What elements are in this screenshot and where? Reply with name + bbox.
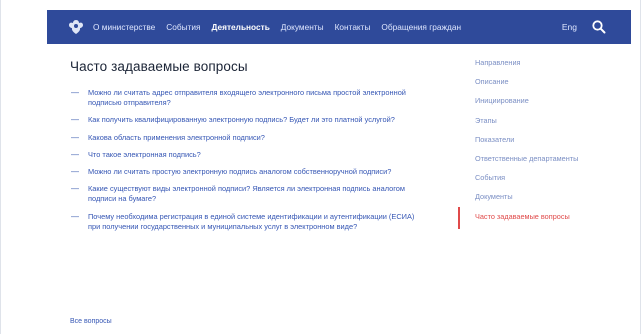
search-icon[interactable]: [591, 19, 607, 35]
faq-question[interactable]: Как получить квалифицированную электронн…: [88, 115, 418, 125]
faq-question[interactable]: Почему необходима регистрация в единой с…: [88, 212, 418, 232]
section-side-nav: Направления Описание Инициирование Этапы…: [458, 58, 638, 231]
faq-question[interactable]: Можно ли считать адрес отправителя входя…: [88, 88, 418, 108]
side-nav-initiation[interactable]: Инициирование: [458, 96, 638, 115]
faq-item[interactable]: — Почему необходима регистрация в единой…: [70, 212, 420, 232]
faq-item[interactable]: — Можно ли считать простую электронную п…: [70, 167, 420, 177]
faq-item[interactable]: — Как получить квалифицированную электро…: [70, 115, 420, 125]
coat-of-arms-icon[interactable]: [67, 18, 85, 36]
nav-item-activity[interactable]: Деятельность: [212, 22, 270, 32]
faq-list: — Можно ли считать адрес отправителя вхо…: [70, 88, 420, 239]
top-navbar: О министерстве События Деятельность Доку…: [47, 10, 631, 44]
dash-bullet-icon: —: [71, 132, 79, 142]
nav-item-contacts[interactable]: Контакты: [335, 22, 371, 32]
side-nav-events[interactable]: События: [458, 173, 638, 192]
side-nav-faq[interactable]: Часто задаваемые вопросы: [458, 206, 638, 231]
faq-question[interactable]: Какие существуют виды электронной подпис…: [88, 184, 418, 204]
page-title: Часто задаваемые вопросы: [70, 59, 248, 74]
side-nav-description[interactable]: Описание: [458, 77, 638, 96]
dash-bullet-icon: —: [71, 167, 79, 177]
dash-bullet-icon: —: [71, 184, 79, 194]
faq-question[interactable]: Какова область применения электронной по…: [88, 133, 418, 143]
nav-item-events[interactable]: События: [166, 22, 200, 32]
dash-bullet-icon: —: [71, 88, 79, 97]
all-questions-link[interactable]: Все вопросы: [70, 318, 112, 325]
side-nav-directions[interactable]: Направления: [458, 58, 638, 77]
side-nav-stages[interactable]: Этапы: [458, 116, 638, 135]
nav-item-citizen-appeals[interactable]: Обращения граждан: [381, 22, 461, 32]
dash-bullet-icon: —: [71, 149, 79, 159]
nav-item-about[interactable]: О министерстве: [93, 22, 155, 32]
faq-item[interactable]: — Что такое электронная подпись?: [70, 150, 420, 160]
faq-item[interactable]: — Какие существуют виды электронной подп…: [70, 184, 420, 204]
faq-question[interactable]: Можно ли считать простую электронную под…: [88, 167, 418, 177]
faq-item[interactable]: — Какова область применения электронной …: [70, 133, 420, 143]
side-nav-documents[interactable]: Документы: [458, 192, 638, 211]
side-nav-indicators[interactable]: Показатели: [458, 135, 638, 154]
dash-bullet-icon: —: [71, 115, 79, 125]
main-menu: О министерстве События Деятельность Доку…: [93, 22, 472, 32]
faq-item[interactable]: — Можно ли считать адрес отправителя вхо…: [70, 88, 420, 108]
side-nav-responsible-departments[interactable]: Ответственные департаменты: [458, 154, 638, 173]
faq-question[interactable]: Что такое электронная подпись?: [88, 150, 418, 160]
language-switch[interactable]: Eng: [562, 22, 577, 32]
nav-item-documents[interactable]: Документы: [281, 22, 324, 32]
dash-bullet-icon: —: [71, 211, 79, 221]
